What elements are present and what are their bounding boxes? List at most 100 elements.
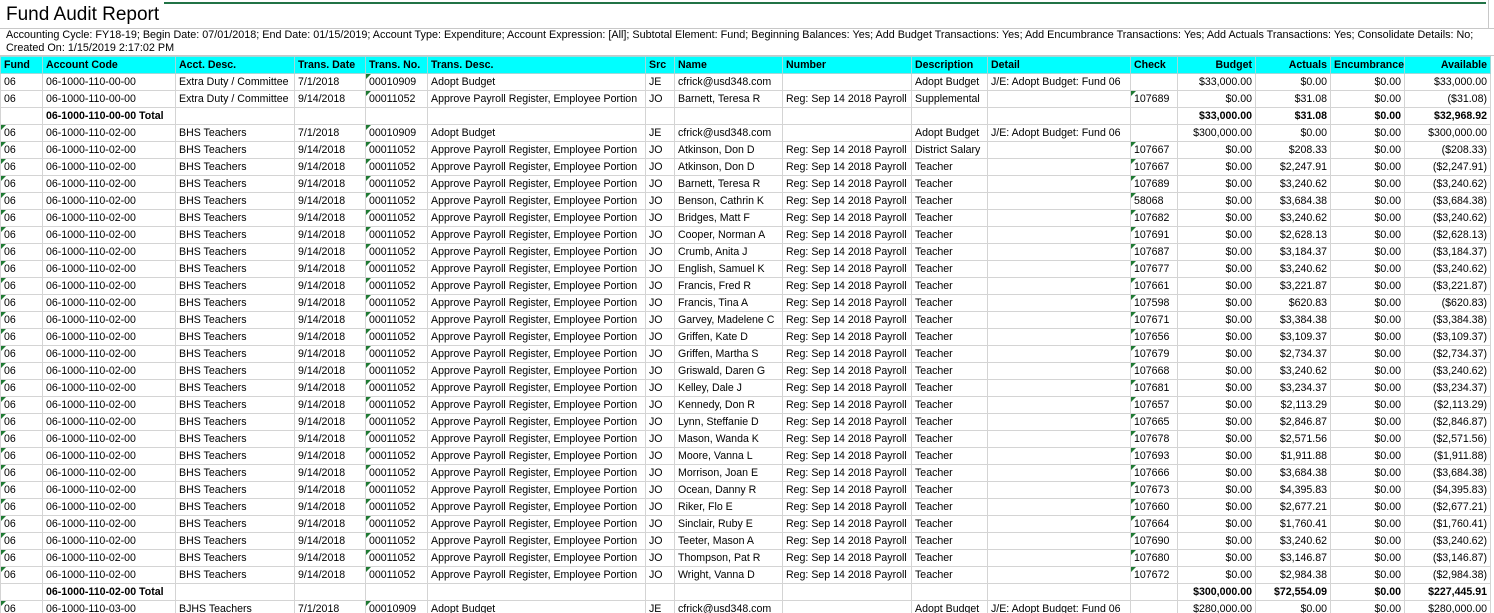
cell-trans-desc[interactable]: Approve Payroll Register, Employee Porti… xyxy=(427,379,646,397)
cell-budget[interactable]: $0.00 xyxy=(1177,175,1256,193)
cell-trans-desc[interactable]: Adopt Budget xyxy=(427,73,646,91)
cell-fund[interactable] xyxy=(0,107,43,125)
column-header-src[interactable]: Src xyxy=(645,56,675,74)
cell-fund[interactable]: 06 xyxy=(0,277,43,295)
cell-check[interactable]: 107668 xyxy=(1130,362,1178,380)
cell-actuals[interactable]: $72,554.09 xyxy=(1255,583,1331,601)
cell-acct-desc[interactable]: BHS Teachers xyxy=(175,481,295,499)
cell-budget[interactable]: $0.00 xyxy=(1177,90,1256,108)
cell-trans-desc[interactable]: Approve Payroll Register, Employee Porti… xyxy=(427,396,646,414)
cell-trans-desc[interactable]: Approve Payroll Register, Employee Porti… xyxy=(427,192,646,210)
cell-description[interactable]: Teacher xyxy=(911,430,988,448)
cell-encumbrance[interactable]: $0.00 xyxy=(1330,413,1405,431)
cell-actuals[interactable]: $3,109.37 xyxy=(1255,328,1331,346)
cell-account-code[interactable]: 06-1000-110-02-00 xyxy=(42,345,176,363)
cell-trans-desc[interactable]: Adopt Budget xyxy=(427,124,646,142)
cell-number[interactable] xyxy=(782,583,912,601)
cell-detail[interactable] xyxy=(987,158,1131,176)
cell-budget[interactable]: $0.00 xyxy=(1177,311,1256,329)
cell-detail[interactable] xyxy=(987,481,1131,499)
cell-actuals[interactable]: $3,240.62 xyxy=(1255,260,1331,278)
cell-name[interactable]: English, Samuel K xyxy=(674,260,783,278)
cell-src[interactable]: JO xyxy=(645,141,675,159)
cell-trans-no[interactable]: 00011052 xyxy=(365,90,428,108)
cell-src[interactable]: JO xyxy=(645,192,675,210)
cell-actuals[interactable]: $4,395.83 xyxy=(1255,481,1331,499)
cell-src[interactable]: JO xyxy=(645,481,675,499)
cell-detail[interactable] xyxy=(987,107,1131,125)
cell-available[interactable]: ($3,240.62) xyxy=(1404,209,1491,227)
cell-account-code[interactable]: 06-1000-110-02-00 xyxy=(42,124,176,142)
cell-trans-desc[interactable]: Approve Payroll Register, Employee Porti… xyxy=(427,209,646,227)
cell-detail[interactable]: J/E: Adopt Budget: Fund 06 xyxy=(987,73,1131,91)
cell-description[interactable]: Teacher xyxy=(911,396,988,414)
cell-encumbrance[interactable]: $0.00 xyxy=(1330,158,1405,176)
cell-detail[interactable] xyxy=(987,447,1131,465)
cell-actuals[interactable]: $2,677.21 xyxy=(1255,498,1331,516)
cell-trans-date[interactable]: 9/14/2018 xyxy=(294,396,366,414)
cell-detail[interactable] xyxy=(987,566,1131,584)
cell-budget[interactable]: $0.00 xyxy=(1177,464,1256,482)
cell-trans-no[interactable]: 00011052 xyxy=(365,243,428,261)
cell-check[interactable]: 107665 xyxy=(1130,413,1178,431)
cell-encumbrance[interactable]: $0.00 xyxy=(1330,107,1405,125)
cell-src[interactable]: JO xyxy=(645,175,675,193)
cell-trans-desc[interactable]: Approve Payroll Register, Employee Porti… xyxy=(427,498,646,516)
cell-encumbrance[interactable]: $0.00 xyxy=(1330,175,1405,193)
cell-account-code[interactable]: 06-1000-110-02-00 xyxy=(42,260,176,278)
cell-description[interactable]: Teacher xyxy=(911,260,988,278)
cell-description[interactable]: Teacher xyxy=(911,243,988,261)
cell-detail[interactable] xyxy=(987,532,1131,550)
cell-description[interactable]: Teacher xyxy=(911,277,988,295)
cell-available[interactable]: ($3,109.37) xyxy=(1404,328,1491,346)
cell-account-code[interactable]: 06-1000-110-00-00 xyxy=(42,90,176,108)
cell-encumbrance[interactable]: $0.00 xyxy=(1330,73,1405,91)
cell-budget[interactable]: $0.00 xyxy=(1177,328,1256,346)
cell-number[interactable]: Reg: Sep 14 2018 Payroll xyxy=(782,226,912,244)
cell-check[interactable]: 107671 xyxy=(1130,311,1178,329)
cell-available[interactable]: ($3,240.62) xyxy=(1404,260,1491,278)
cell-check[interactable]: 107661 xyxy=(1130,277,1178,295)
cell-actuals[interactable]: $0.00 xyxy=(1255,73,1331,91)
cell-acct-desc[interactable]: BHS Teachers xyxy=(175,362,295,380)
cell-trans-no[interactable]: 00011052 xyxy=(365,328,428,346)
column-header-check[interactable]: Check xyxy=(1130,56,1178,74)
cell-trans-date[interactable]: 9/14/2018 xyxy=(294,90,366,108)
cell-actuals[interactable]: $3,684.38 xyxy=(1255,192,1331,210)
cell-actuals[interactable]: $3,221.87 xyxy=(1255,277,1331,295)
cell-actuals[interactable]: $3,146.87 xyxy=(1255,549,1331,567)
cell-encumbrance[interactable]: $0.00 xyxy=(1330,464,1405,482)
cell-account-code[interactable]: 06-1000-110-02-00 xyxy=(42,175,176,193)
cell-description[interactable]: Teacher xyxy=(911,413,988,431)
cell-fund[interactable]: 06 xyxy=(0,328,43,346)
cell-trans-date[interactable]: 9/14/2018 xyxy=(294,345,366,363)
cell-actuals[interactable]: $3,240.62 xyxy=(1255,209,1331,227)
cell-name[interactable]: Teeter, Mason A xyxy=(674,532,783,550)
cell-check[interactable] xyxy=(1130,583,1178,601)
cell-account-code[interactable]: 06-1000-110-02-00 xyxy=(42,566,176,584)
cell-check[interactable]: 107657 xyxy=(1130,396,1178,414)
cell-budget[interactable]: $0.00 xyxy=(1177,498,1256,516)
cell-trans-date[interactable]: 9/14/2018 xyxy=(294,175,366,193)
cell-description[interactable]: Teacher xyxy=(911,379,988,397)
cell-fund[interactable]: 06 xyxy=(0,90,43,108)
cell-available[interactable]: $280,000.00 xyxy=(1404,600,1491,613)
cell-trans-desc[interactable]: Approve Payroll Register, Employee Porti… xyxy=(427,464,646,482)
cell-acct-desc[interactable] xyxy=(175,107,295,125)
cell-trans-date[interactable] xyxy=(294,583,366,601)
cell-detail[interactable] xyxy=(987,379,1131,397)
cell-number[interactable]: Reg: Sep 14 2018 Payroll xyxy=(782,90,912,108)
cell-budget[interactable]: $0.00 xyxy=(1177,260,1256,278)
cell-name[interactable]: Morrison, Joan E xyxy=(674,464,783,482)
cell-detail[interactable]: J/E: Adopt Budget: Fund 06 xyxy=(987,124,1131,142)
cell-acct-desc[interactable]: BHS Teachers xyxy=(175,209,295,227)
cell-available[interactable]: ($2,734.37) xyxy=(1404,345,1491,363)
cell-available[interactable]: ($3,221.87) xyxy=(1404,277,1491,295)
cell-src[interactable]: JO xyxy=(645,498,675,516)
cell-budget[interactable]: $0.00 xyxy=(1177,515,1256,533)
cell-available[interactable]: ($2,628.13) xyxy=(1404,226,1491,244)
cell-available[interactable]: $33,000.00 xyxy=(1404,73,1491,91)
cell-fund[interactable]: 06 xyxy=(0,600,43,613)
cell-actuals[interactable]: $1,760.41 xyxy=(1255,515,1331,533)
cell-account-code[interactable]: 06-1000-110-02-00 xyxy=(42,549,176,567)
